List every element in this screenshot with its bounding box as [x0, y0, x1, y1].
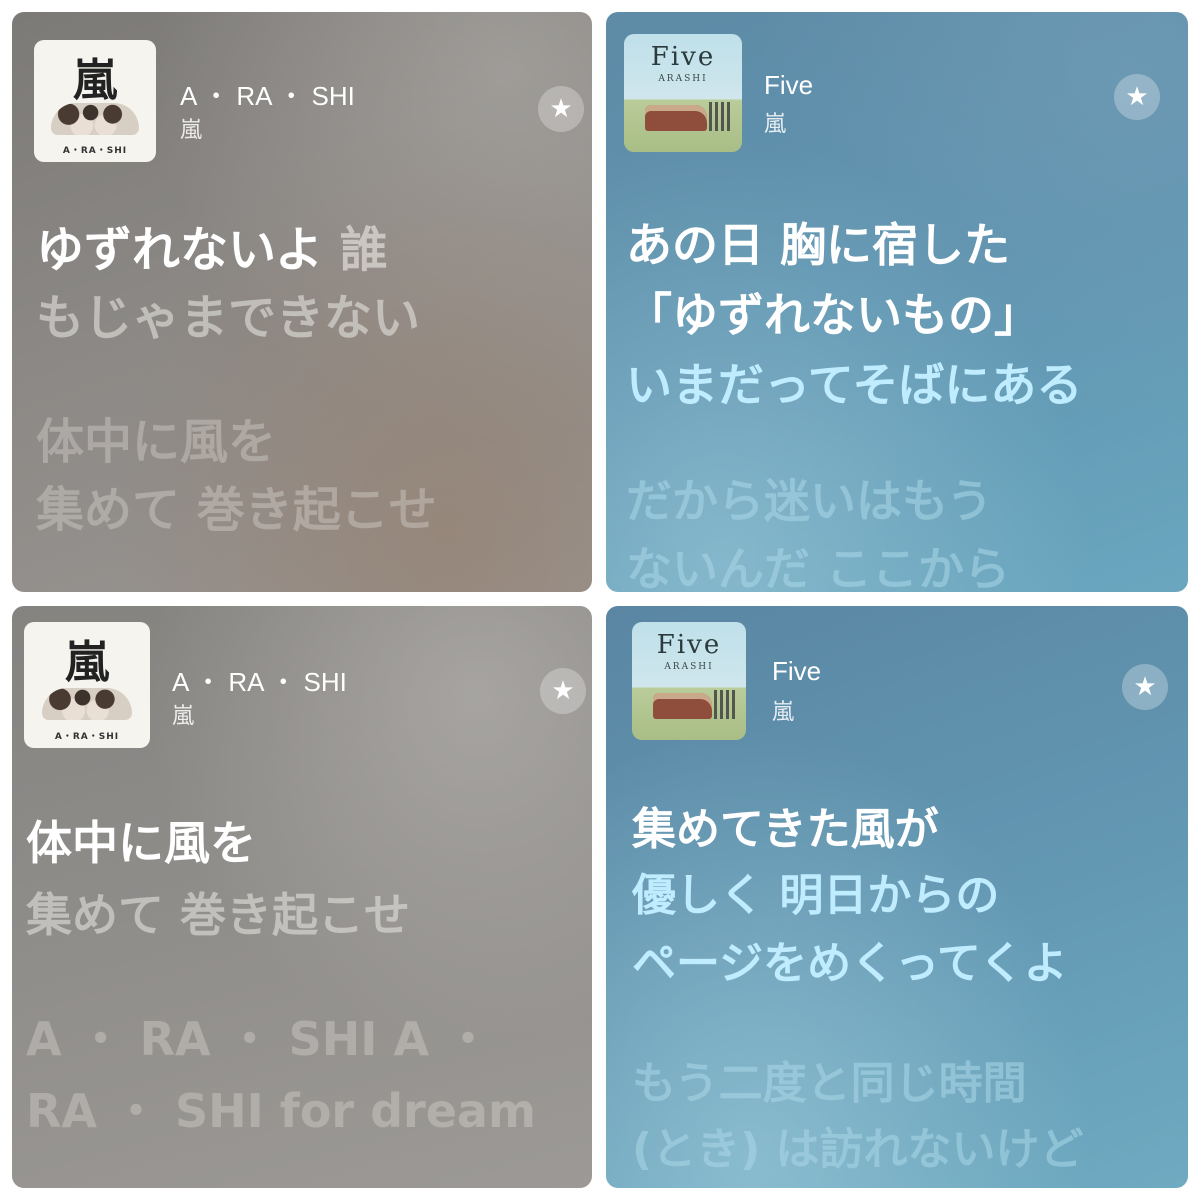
- album-art-title: Five: [650, 42, 716, 72]
- lyric-line-current-continued: もじゃまできない: [36, 290, 421, 346]
- song-title: A ・ RA ・ SHI: [172, 667, 347, 697]
- lyric-unsung-part: 誰: [339, 222, 388, 278]
- now-playing-card-arashi-top: 嵐 A・RA・SHI A ・ RA ・ SHI 嵐 ★ ゆずれないよ 誰 もじゃ…: [12, 12, 592, 592]
- now-playing-card-five-top: Five ARASHI Five 嵐 ★ あの日 胸に宿した 「ゆずれないもの」…: [606, 12, 1188, 592]
- favorite-star-button[interactable]: ★: [1122, 664, 1168, 710]
- album-art-title: 嵐: [73, 55, 117, 106]
- favorite-star-button[interactable]: ★: [540, 668, 586, 714]
- lyric-sung-part: ゆずれないよ: [36, 222, 324, 278]
- lyric-line-upcoming: 優しく 明日からの: [632, 870, 1000, 921]
- lyric-line-current-continued: 「ゆずれないもの」: [626, 288, 1040, 342]
- artist-name: 嵐: [180, 118, 203, 143]
- album-art[interactable]: 嵐 A・RA・SHI: [34, 40, 156, 162]
- album-art[interactable]: Five ARASHI: [632, 622, 746, 740]
- artist-name: 嵐: [764, 112, 787, 137]
- artist-name: 嵐: [172, 704, 195, 729]
- lyric-line-next-continued: RA ・ SHI for dream: [26, 1084, 536, 1138]
- album-art-people: [714, 690, 735, 719]
- now-playing-card-five-bottom: Five ARASHI Five 嵐 ★ 集めてきた風が 優しく 明日からの ペ…: [606, 606, 1188, 1188]
- lyric-line-next: だから迷いはもう: [626, 474, 993, 528]
- lyric-line-current-continued: 集めて 巻き起こせ: [26, 888, 411, 942]
- lyric-line-next: A ・ RA ・ SHI A ・: [26, 1012, 492, 1066]
- song-title: A ・ RA ・ SHI: [180, 81, 355, 111]
- star-icon: ★: [1133, 672, 1157, 702]
- album-art-photo: [41, 687, 133, 721]
- album-art-people: [708, 102, 731, 131]
- now-playing-card-arashi-bottom: 嵐 A・RA・SHI A ・ RA ・ SHI 嵐 ★ 体中に風を 集めて 巻き…: [12, 606, 592, 1188]
- album-art-bus: [652, 692, 712, 719]
- album-art[interactable]: 嵐 A・RA・SHI: [24, 622, 150, 748]
- lyric-line-current: あの日 胸に宿した: [626, 218, 1011, 272]
- lyric-line-next-continued: (とき) は訪れないけど: [632, 1124, 1084, 1175]
- lyric-line-next-continued: 集めて 巻き起こせ: [36, 482, 437, 538]
- lyric-line-next-continued: ないんだ ここから: [626, 542, 1011, 592]
- lyric-line-current: 集めてきた風が: [632, 804, 939, 855]
- album-art-title: Five: [656, 630, 722, 660]
- album-art-caption: A・RA・SHI: [62, 146, 128, 156]
- album-art-bus: [645, 104, 707, 131]
- lyric-line-current: ゆずれないよ 誰: [36, 226, 388, 274]
- lyric-line-upcoming: いまだってそばにある: [626, 358, 1083, 412]
- album-art-title: 嵐: [65, 637, 109, 688]
- album-art-subtitle: ARASHI: [658, 74, 708, 84]
- star-icon: ★: [551, 676, 575, 706]
- lyric-line-current: 体中に風を: [26, 816, 256, 870]
- star-icon: ★: [1125, 82, 1149, 112]
- song-title: Five: [772, 656, 822, 686]
- song-title: Five: [764, 70, 814, 100]
- favorite-star-button[interactable]: ★: [538, 86, 584, 132]
- album-art-subtitle: ARASHI: [664, 662, 714, 672]
- favorite-star-button[interactable]: ★: [1114, 74, 1160, 120]
- lyric-line-next: もう二度と同じ時間: [632, 1058, 1027, 1109]
- album-art-photo: [51, 103, 139, 136]
- lyric-line-upcoming-continued: ページをめくってくよ: [632, 938, 1068, 989]
- album-art-caption: A・RA・SHI: [54, 732, 120, 742]
- lyric-line-next: 体中に風を: [36, 414, 277, 470]
- artist-name: 嵐: [772, 700, 795, 725]
- album-art[interactable]: Five ARASHI: [624, 34, 742, 152]
- star-icon: ★: [549, 94, 573, 124]
